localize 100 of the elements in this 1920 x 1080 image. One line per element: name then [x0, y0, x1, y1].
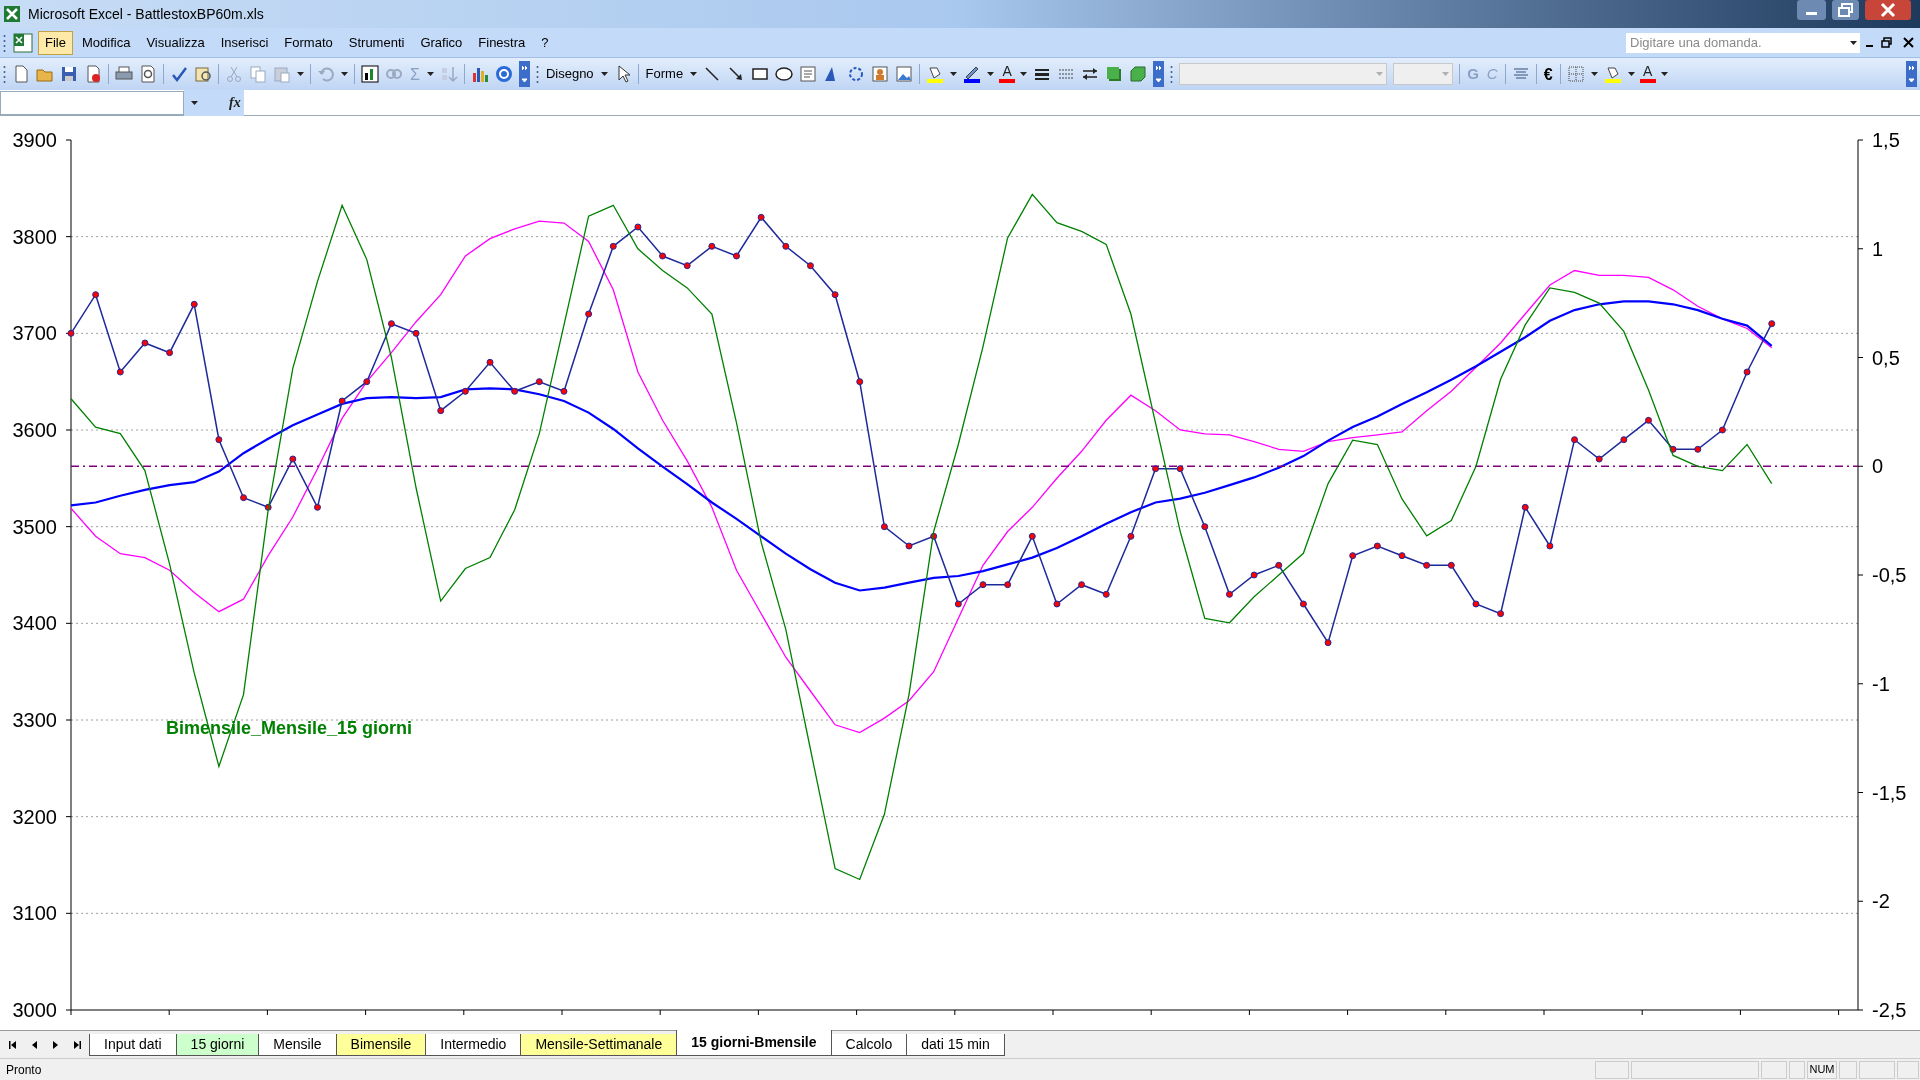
shapes-menu[interactable]: Forme [641, 63, 688, 85]
bar-chart-icon[interactable] [470, 65, 489, 83]
toolbar-options-icon[interactable] [518, 61, 530, 87]
ellipse-icon[interactable] [775, 65, 794, 83]
fill-color-icon[interactable] [1603, 65, 1622, 83]
euro-button[interactable]: € [1539, 63, 1557, 85]
document-permission-icon[interactable] [84, 65, 102, 83]
toolbar-grip-icon [1170, 64, 1174, 84]
clip-art-icon[interactable] [871, 65, 890, 83]
fill-color-icon[interactable] [926, 65, 945, 83]
menu-item[interactable]: File [38, 30, 73, 55]
data-point [782, 242, 790, 250]
data-point [634, 223, 642, 231]
close-icon[interactable] [1903, 37, 1914, 48]
menu-item[interactable]: Strumenti [341, 30, 412, 55]
menu-item[interactable]: Formato [277, 30, 340, 55]
sheet-tab[interactable]: Intermedio [425, 1034, 522, 1056]
data-point [905, 542, 913, 550]
data-point [1423, 561, 1431, 569]
data-point [1472, 600, 1480, 608]
font-name-field[interactable] [1179, 63, 1388, 85]
caret-icon[interactable] [341, 72, 348, 76]
borders-icon[interactable] [1566, 65, 1585, 83]
data-point [1201, 523, 1209, 531]
menu-item[interactable]: Visualizza [139, 30, 212, 55]
data-point [437, 407, 445, 415]
data-point [1718, 426, 1726, 434]
data-point [314, 503, 321, 511]
caret-icon[interactable] [191, 100, 198, 105]
data-point [1152, 465, 1159, 473]
text-box-icon[interactable] [799, 65, 818, 83]
toolbar-options-icon[interactable] [1153, 61, 1165, 87]
data-point [979, 581, 987, 589]
caret-icon[interactable] [690, 72, 698, 76]
caret-icon[interactable] [1020, 72, 1028, 76]
axis-label: 1,5 [1872, 129, 1900, 151]
sheet-tab[interactable]: Mensile-Settimanale [520, 1034, 678, 1056]
insert-function-button[interactable]: fx [229, 92, 241, 113]
sheet-tab[interactable]: Input dati [89, 1034, 177, 1056]
printer-icon[interactable] [115, 65, 133, 83]
spell-check-icon[interactable] [170, 65, 188, 83]
toolbar-options-icon[interactable] [1906, 61, 1917, 87]
menu-item[interactable]: Inserisci [213, 30, 276, 55]
last-sheet-icon[interactable] [73, 1040, 81, 1050]
help-icon[interactable] [494, 65, 513, 83]
data-point [240, 494, 248, 502]
new-document-icon[interactable] [12, 65, 30, 83]
caret-icon[interactable] [987, 72, 995, 76]
menu-item[interactable]: ? [534, 30, 556, 55]
data-point [930, 532, 938, 540]
caret-icon[interactable] [426, 72, 434, 76]
sheet-tab[interactable]: 15 giorni-Bmensile [676, 1030, 832, 1056]
data-point [264, 503, 272, 511]
sheet-tab[interactable]: 15 giorni [175, 1034, 260, 1056]
status-indicator: NUM [1807, 1060, 1837, 1079]
status-text: Pronto [5, 1061, 43, 1079]
caret-icon[interactable] [950, 72, 958, 76]
font-size-field[interactable] [1393, 63, 1454, 85]
previous-sheet-icon[interactable] [31, 1040, 38, 1050]
caret-icon[interactable] [1660, 72, 1668, 76]
caret-icon[interactable] [297, 72, 304, 76]
print-preview-icon[interactable] [139, 65, 157, 83]
menu-item[interactable]: Grafico [413, 30, 470, 55]
line-color-icon[interactable] [963, 65, 982, 83]
axis-label: 3700 [12, 322, 57, 345]
menu-item[interactable]: Finestra [471, 30, 533, 55]
image-icon[interactable] [895, 65, 914, 83]
chart-wizard-icon[interactable] [361, 65, 379, 83]
restore-icon[interactable] [1881, 37, 1892, 48]
data-point [806, 262, 814, 270]
data-point [659, 252, 667, 260]
caret-icon[interactable] [1590, 72, 1598, 76]
data-point [1225, 590, 1233, 598]
caret-icon[interactable] [600, 72, 608, 76]
shadow-style-icon[interactable] [1105, 65, 1124, 83]
sheet-tab[interactable]: Mensile [258, 1034, 337, 1056]
first-sheet-icon[interactable] [9, 1040, 17, 1050]
font-color-button[interactable]: A [1637, 63, 1658, 85]
data-point [387, 320, 395, 328]
rectangle-icon[interactable] [751, 65, 770, 83]
font-color-button[interactable]: A [997, 63, 1018, 85]
sheet-tab[interactable]: Calcolo [830, 1034, 908, 1056]
drawing-menu[interactable]: Disegno [541, 63, 598, 85]
three-d-style-icon[interactable] [1129, 65, 1148, 83]
sheet-tab[interactable]: Bimensile [335, 1034, 427, 1056]
menu-item[interactable]: Modifica [74, 30, 138, 55]
sheet-tab[interactable]: dati 15 min [906, 1034, 1005, 1056]
data-point [1349, 552, 1357, 560]
data-point [1373, 542, 1381, 550]
next-sheet-icon[interactable] [52, 1040, 59, 1050]
research-icon[interactable] [194, 65, 212, 83]
caret-icon[interactable] [1627, 72, 1635, 76]
axis-label: -0,5 [1872, 564, 1907, 586]
spreadsheet-document-icon[interactable] [12, 31, 34, 54]
data-point [141, 339, 149, 347]
data-point [954, 600, 962, 608]
caret-icon[interactable] [1850, 40, 1857, 45]
arrow-style-icon[interactable] [1081, 65, 1100, 83]
save-icon[interactable] [60, 65, 78, 83]
data-point [733, 252, 740, 260]
